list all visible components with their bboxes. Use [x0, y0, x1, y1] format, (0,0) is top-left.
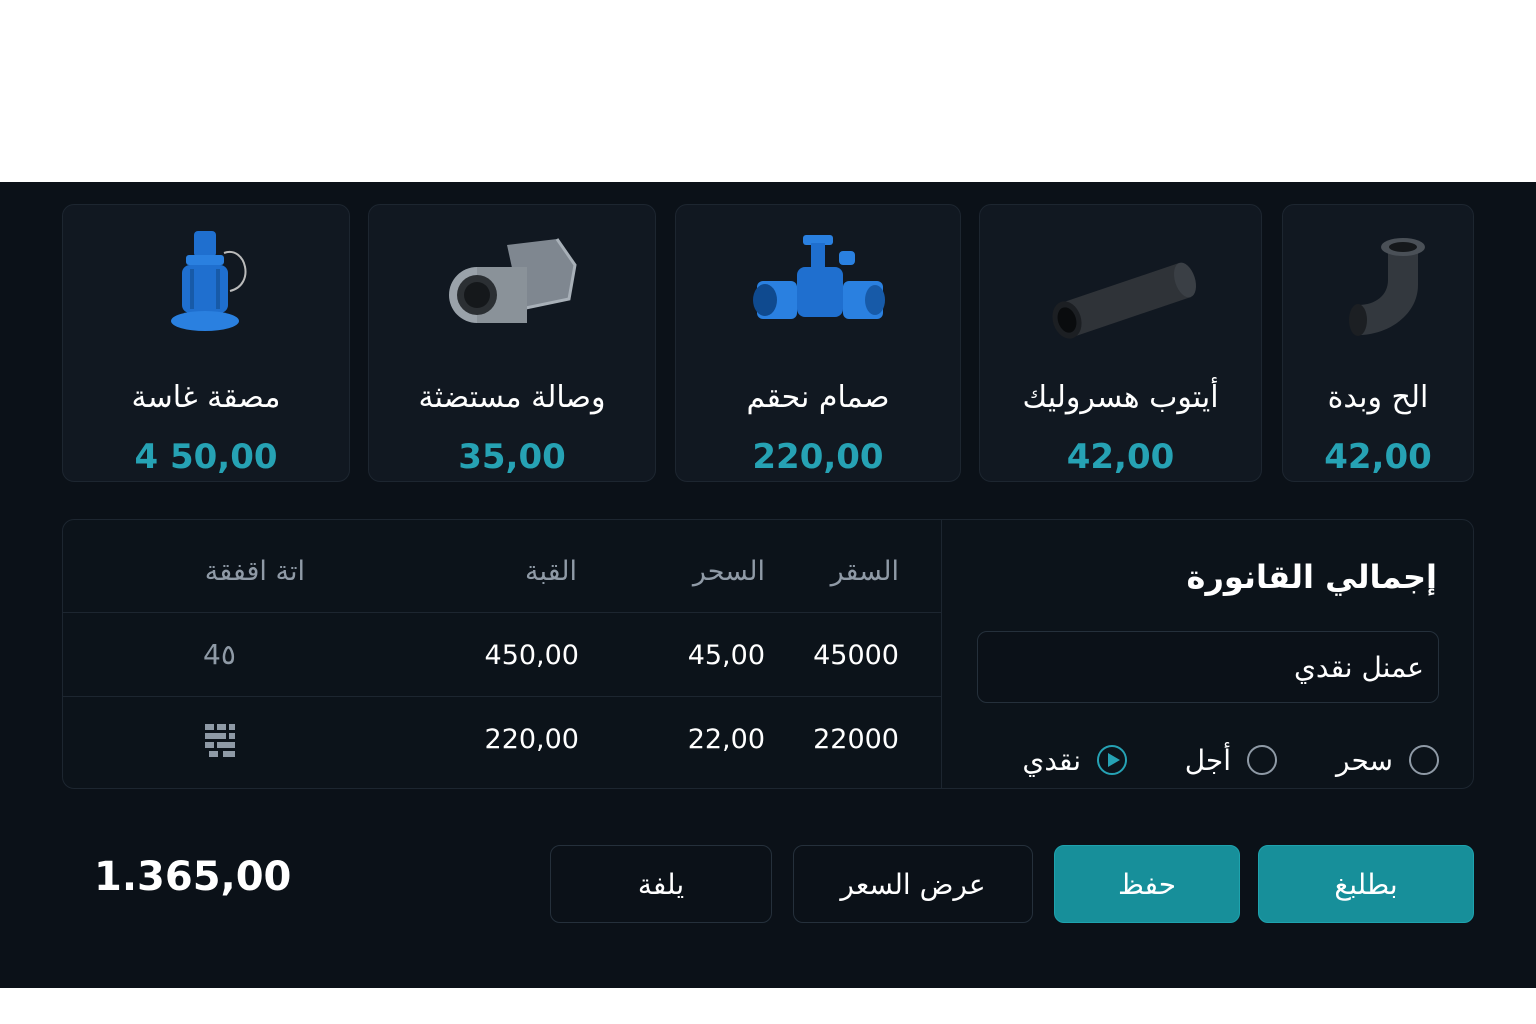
product-name: الح وبدة — [1327, 380, 1429, 415]
nozzle-icon — [63, 225, 349, 360]
product-card-coupling[interactable]: وصالة مستضثة 35,00 — [368, 204, 656, 482]
invoice-panel: السقر السحر القبة اتة اقفقة 45000 45,00 … — [62, 519, 1474, 789]
column-header-price: السقر — [830, 556, 899, 587]
product-card-valve[interactable]: صمام نحقم 220,00 — [675, 204, 961, 482]
product-card-elbow[interactable]: الح وبدة 42,00 — [1282, 204, 1474, 482]
column-header-quantity: السحر — [692, 556, 765, 587]
radio-label: نقدي — [1022, 743, 1081, 777]
coupling-icon — [369, 225, 655, 360]
product-name: أيتوب هسروليك — [1022, 380, 1219, 415]
product-name: صمام نحقم — [746, 380, 890, 415]
radio-selected-icon[interactable] — [1097, 745, 1127, 775]
product-name: وصالة مستضثة — [418, 380, 606, 415]
column-header-total: القبة — [524, 556, 577, 587]
cell-quantity: 45,00 — [687, 640, 765, 671]
product-price: 4 50,00 — [134, 437, 278, 477]
product-card-pipe[interactable]: أيتوب هسروليك 42,00 — [979, 204, 1262, 482]
cell-total: 220,00 — [484, 724, 579, 755]
print-button[interactable]: بطلبغ — [1258, 845, 1474, 923]
radio-icon[interactable] — [1247, 745, 1277, 775]
row-action[interactable]: 4٥ — [203, 638, 236, 671]
pipe-icon — [980, 225, 1261, 360]
payment-option-ajal[interactable]: أجل — [1185, 742, 1277, 778]
cell-price: 22000 — [813, 724, 899, 755]
product-price: 42,00 — [1066, 437, 1175, 477]
product-name: مصقة غاسة — [131, 380, 281, 415]
pos-app: مصقة غاسة 4 50,00 وصالة مستضثة 35,00 صما… — [0, 182, 1536, 988]
save-button[interactable]: حفظ — [1054, 845, 1240, 923]
cell-quantity: 22,00 — [687, 724, 765, 755]
grid-icon[interactable] — [205, 724, 237, 765]
radio-icon[interactable] — [1409, 745, 1439, 775]
table-divider — [63, 696, 941, 697]
product-price: 35,00 — [458, 437, 566, 477]
product-price: 220,00 — [752, 437, 884, 477]
customer-field[interactable] — [977, 631, 1439, 703]
radio-label: أجل — [1184, 743, 1231, 777]
payment-option-sahar[interactable]: سحر — [1336, 742, 1439, 778]
radio-label: سحر — [1336, 743, 1393, 777]
valve-icon — [676, 225, 960, 360]
elbow-icon — [1283, 225, 1473, 360]
cancel-button[interactable]: يلفة — [550, 845, 772, 923]
cell-total: 450,00 — [484, 640, 579, 671]
payment-option-cash[interactable]: نقدي — [1022, 742, 1127, 778]
grand-total: 1.365,00 — [94, 854, 292, 900]
product-card-nozzle[interactable]: مصقة غاسة 4 50,00 — [62, 204, 350, 482]
cell-price: 45000 — [813, 640, 899, 671]
column-header-actions: اتة اقفقة — [204, 556, 305, 587]
quote-button[interactable]: عرض السعر — [793, 845, 1033, 923]
panel-divider — [941, 520, 942, 788]
invoice-summary-title: إجمالي القانورة — [1186, 558, 1437, 596]
product-price: 42,00 — [1324, 437, 1432, 477]
table-divider — [63, 612, 941, 613]
